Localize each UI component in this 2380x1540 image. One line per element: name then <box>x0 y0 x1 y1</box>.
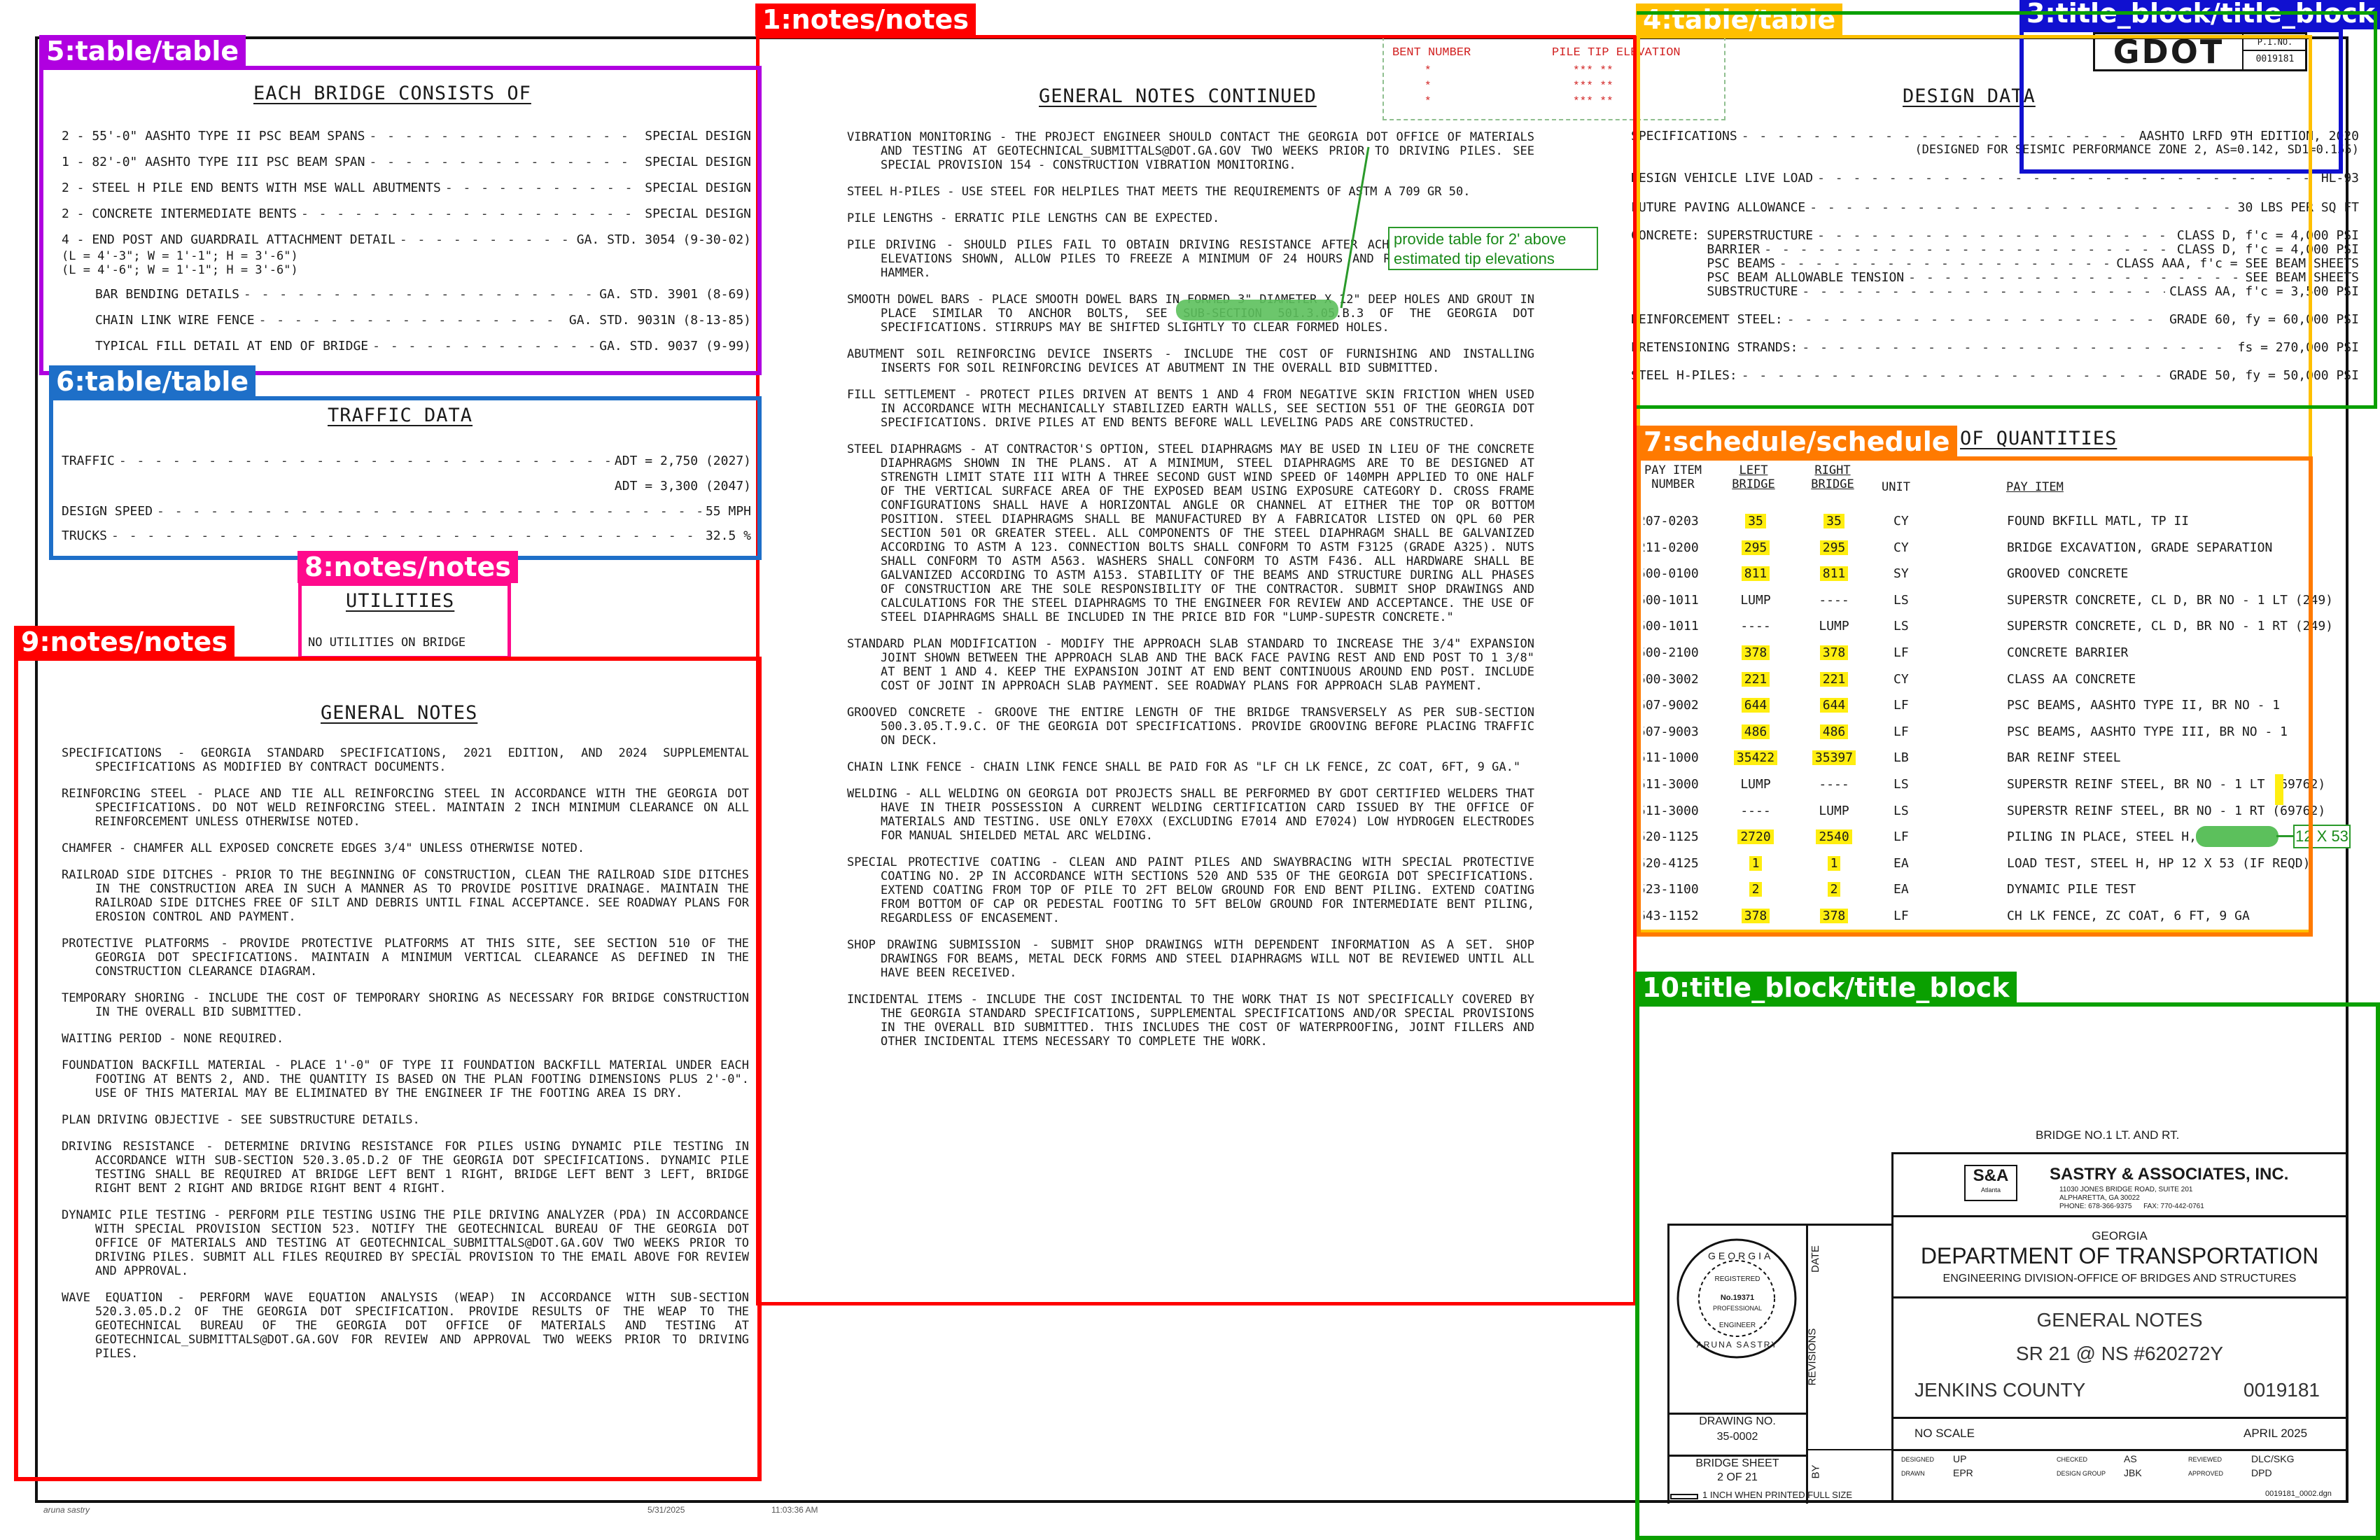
annotation-box-6: 6:table/table <box>49 365 762 560</box>
annotation-box-9: 9:notes/notes <box>14 626 762 1481</box>
annotation-label-7: 7:schedule/schedule <box>1637 426 1957 458</box>
annotation-box-5: 5:table/table <box>39 35 762 375</box>
annotation-label-1: 1:notes/notes <box>755 4 976 36</box>
annotation-box-7: 7:schedule/schedule <box>1637 426 2313 937</box>
footer-user: aruna sastry <box>43 1505 90 1515</box>
annotation-box-1: 1:notes/notes <box>755 4 1637 1306</box>
annotation-label-10: 10:title_block/title_block <box>1635 972 2017 1004</box>
annotation-label-6: 6:table/table <box>49 365 256 398</box>
annotation-label-5: 5:table/table <box>39 35 246 67</box>
annotation-box-8: 8:notes/notes <box>298 551 518 659</box>
annotation-label-8: 8:notes/notes <box>298 551 518 583</box>
footer-time: 11:03:36 AM <box>771 1505 818 1515</box>
annotation-box-4-outer <box>1637 11 2377 409</box>
footer-date: 5/31/2025 <box>648 1505 685 1515</box>
annotation-label-9: 9:notes/notes <box>14 626 234 658</box>
annotation-box-10: 10:title_block/title_block <box>1635 972 2380 1540</box>
